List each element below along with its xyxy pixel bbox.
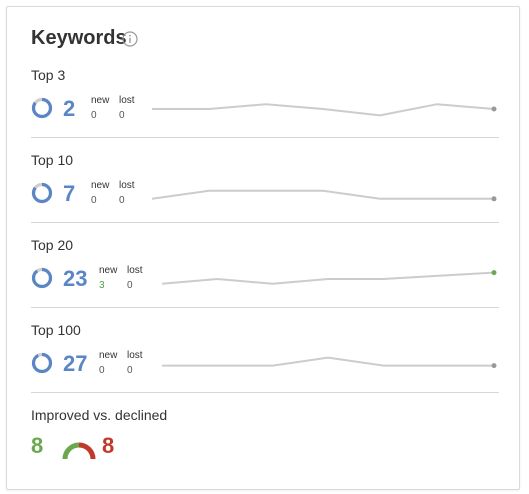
- new-label: new: [91, 180, 110, 191]
- section-label: Top 100: [31, 322, 81, 338]
- lost-label: lost: [119, 95, 135, 106]
- new-value: 0: [99, 365, 105, 376]
- new-label: new: [99, 265, 118, 276]
- section-top-3: Top 3 2 new lost 0 0: [31, 67, 499, 137]
- ring-fill: [31, 352, 53, 374]
- improved-declined-section: Improved vs. declined: [31, 407, 499, 427]
- keywords-widget: Keywords Top 3 2 new lost 0 0 Top 10 7 n…: [6, 6, 520, 490]
- new-value: 3: [99, 280, 105, 291]
- new-label: new: [99, 350, 118, 361]
- trend-sparkline[interactable]: [159, 354, 497, 374]
- sparkline-end-dot: [491, 363, 497, 369]
- section-top-10: Top 10 7 new lost 0 0: [31, 152, 499, 222]
- sparkline-path: [151, 189, 494, 200]
- lost-label: lost: [119, 180, 135, 191]
- info-icon[interactable]: [122, 31, 138, 47]
- ring-icon: [31, 182, 53, 204]
- sparkline-path: [152, 103, 495, 117]
- keyword-count[interactable]: 23: [63, 268, 87, 290]
- divider: [31, 392, 499, 393]
- trend-sparkline[interactable]: [149, 184, 497, 204]
- trend-sparkline[interactable]: [159, 269, 497, 289]
- keyword-count[interactable]: 2: [63, 98, 75, 120]
- ring-icon: [31, 267, 53, 289]
- section-label: Improved vs. declined: [31, 407, 168, 423]
- keyword-count[interactable]: 27: [63, 353, 87, 375]
- ring-icon: [31, 97, 53, 119]
- declined-count[interactable]: 8: [102, 433, 114, 459]
- new-value: 0: [91, 110, 97, 121]
- section-label: Top 20: [31, 237, 74, 253]
- lost-label: lost: [127, 265, 143, 276]
- widget-title: Keywords: [31, 27, 127, 49]
- new-value: 0: [91, 195, 97, 206]
- trend-sparkline[interactable]: [149, 99, 497, 119]
- lost-label: lost: [127, 350, 143, 361]
- improved-count[interactable]: 8: [31, 433, 43, 459]
- section-label: Top 3: [31, 67, 66, 83]
- section-label: Top 10: [31, 152, 74, 168]
- section-top-20: Top 20 23 new lost 3 0: [31, 237, 499, 307]
- lost-value: 0: [119, 110, 125, 121]
- sparkline-end-dot: [491, 270, 497, 276]
- lost-value: 0: [127, 365, 133, 376]
- improved-declined-gauge-icon: [62, 442, 96, 460]
- lost-value: 0: [127, 280, 133, 291]
- ring-fill: [31, 267, 53, 289]
- section-top-100: Top 100 27 new lost 0 0: [31, 322, 499, 392]
- divider: [31, 222, 499, 223]
- sparkline-end-dot: [491, 196, 497, 202]
- ring-icon: [31, 352, 53, 374]
- sparkline-path: [161, 271, 495, 285]
- lost-value: 0: [119, 195, 125, 206]
- divider: [31, 137, 499, 138]
- new-label: new: [91, 95, 110, 106]
- divider: [31, 307, 499, 308]
- keyword-count[interactable]: 7: [63, 183, 75, 205]
- sparkline-path: [162, 356, 494, 367]
- sparkline-end-dot: [491, 106, 497, 112]
